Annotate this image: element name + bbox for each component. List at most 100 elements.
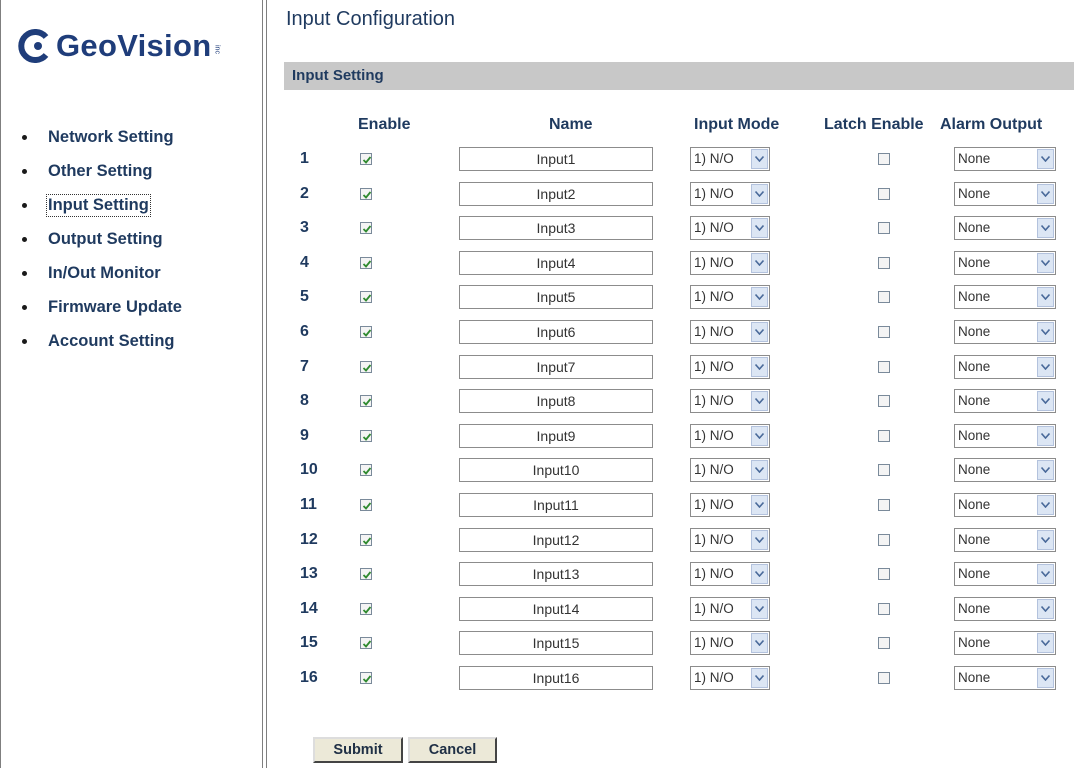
dropdown-arrow[interactable] — [1037, 598, 1054, 619]
dropdown-arrow[interactable] — [751, 495, 768, 515]
alarm-output-select[interactable]: None — [954, 389, 1056, 414]
alarm-output-select[interactable]: None — [954, 562, 1056, 587]
dropdown-arrow[interactable] — [1037, 183, 1054, 204]
dropdown-arrow[interactable] — [1037, 218, 1054, 239]
latch-enable-checkbox[interactable] — [878, 602, 890, 615]
dropdown-arrow[interactable] — [751, 287, 768, 308]
input-mode-select[interactable]: 1) N/O — [690, 596, 770, 621]
input-name-field[interactable]: Input1 — [459, 147, 653, 171]
enable-checkbox[interactable] — [360, 153, 372, 165]
input-mode-select[interactable]: 1) N/O — [690, 631, 770, 656]
dropdown-arrow[interactable] — [1037, 668, 1054, 688]
dropdown-arrow[interactable] — [751, 425, 768, 446]
input-name-field[interactable]: Input2 — [459, 181, 653, 206]
input-name-field[interactable]: Input12 — [459, 527, 653, 552]
latch-enable-checkbox[interactable] — [878, 499, 890, 511]
input-name-field[interactable]: Input4 — [459, 250, 653, 275]
submit-button[interactable]: Submit — [313, 737, 403, 763]
input-name-field[interactable]: Input16 — [459, 666, 653, 690]
input-mode-select[interactable]: 1) N/O — [690, 423, 770, 448]
input-mode-select[interactable]: 1) N/O — [690, 562, 770, 587]
enable-checkbox[interactable] — [360, 187, 372, 200]
alarm-output-select[interactable]: None — [954, 423, 1056, 448]
alarm-output-select[interactable]: None — [954, 493, 1056, 517]
input-mode-select[interactable]: 1) N/O — [690, 493, 770, 517]
input-mode-select[interactable]: 1) N/O — [690, 285, 770, 310]
latch-enable-checkbox[interactable] — [878, 395, 890, 408]
alarm-output-select[interactable]: None — [954, 285, 1056, 310]
enable-checkbox[interactable] — [360, 429, 372, 442]
dropdown-arrow[interactable] — [751, 356, 768, 377]
latch-enable-checkbox[interactable] — [878, 533, 890, 546]
alarm-output-select[interactable]: None — [954, 250, 1056, 275]
dropdown-arrow[interactable] — [751, 529, 768, 550]
dropdown-arrow[interactable] — [751, 149, 768, 169]
dropdown-arrow[interactable] — [1037, 460, 1054, 481]
dropdown-arrow[interactable] — [1037, 322, 1054, 342]
dropdown-arrow[interactable] — [1037, 149, 1054, 169]
dropdown-arrow[interactable] — [751, 460, 768, 481]
input-mode-select[interactable]: 1) N/O — [690, 147, 770, 171]
latch-enable-checkbox[interactable] — [878, 256, 890, 269]
input-name-field[interactable]: Input5 — [459, 285, 653, 310]
enable-checkbox[interactable] — [360, 222, 372, 235]
dropdown-arrow[interactable] — [1037, 252, 1054, 273]
input-mode-select[interactable]: 1) N/O — [690, 354, 770, 379]
latch-enable-checkbox[interactable] — [878, 360, 890, 373]
latch-enable-checkbox[interactable] — [878, 464, 890, 477]
input-mode-select[interactable]: 1) N/O — [690, 389, 770, 414]
input-mode-select[interactable]: 1) N/O — [690, 320, 770, 344]
enable-checkbox[interactable] — [360, 602, 372, 615]
input-name-field[interactable]: Input6 — [459, 320, 653, 344]
input-name-field[interactable]: Input8 — [459, 389, 653, 414]
enable-checkbox[interactable] — [360, 256, 372, 269]
input-mode-select[interactable]: 1) N/O — [690, 250, 770, 275]
dropdown-arrow[interactable] — [751, 391, 768, 412]
dropdown-arrow[interactable] — [751, 633, 768, 654]
alarm-output-select[interactable]: None — [954, 666, 1056, 690]
latch-enable-checkbox[interactable] — [878, 187, 890, 200]
latch-enable-checkbox[interactable] — [878, 326, 890, 338]
enable-checkbox[interactable] — [360, 360, 372, 373]
input-name-field[interactable]: Input10 — [459, 458, 653, 483]
input-mode-select[interactable]: 1) N/O — [690, 181, 770, 206]
alarm-output-select[interactable]: None — [954, 147, 1056, 171]
alarm-output-select[interactable]: None — [954, 216, 1056, 241]
latch-enable-checkbox[interactable] — [878, 568, 890, 581]
enable-checkbox[interactable] — [360, 568, 372, 581]
dropdown-arrow[interactable] — [1037, 564, 1054, 585]
input-name-field[interactable]: Input3 — [459, 216, 653, 241]
dropdown-arrow[interactable] — [751, 252, 768, 273]
alarm-output-select[interactable]: None — [954, 458, 1056, 483]
alarm-output-select[interactable]: None — [954, 354, 1056, 379]
latch-enable-checkbox[interactable] — [878, 429, 890, 442]
dropdown-arrow[interactable] — [751, 668, 768, 688]
latch-enable-checkbox[interactable] — [878, 637, 890, 650]
input-name-field[interactable]: Input7 — [459, 354, 653, 379]
input-mode-select[interactable]: 1) N/O — [690, 216, 770, 241]
dropdown-arrow[interactable] — [751, 183, 768, 204]
input-name-field[interactable]: Input14 — [459, 596, 653, 621]
dropdown-arrow[interactable] — [751, 598, 768, 619]
dropdown-arrow[interactable] — [1037, 356, 1054, 377]
alarm-output-select[interactable]: None — [954, 527, 1056, 552]
enable-checkbox[interactable] — [360, 326, 372, 338]
enable-checkbox[interactable] — [360, 672, 372, 684]
dropdown-arrow[interactable] — [751, 218, 768, 239]
enable-checkbox[interactable] — [360, 533, 372, 546]
latch-enable-checkbox[interactable] — [878, 672, 890, 684]
dropdown-arrow[interactable] — [1037, 425, 1054, 446]
dropdown-arrow[interactable] — [1037, 287, 1054, 308]
latch-enable-checkbox[interactable] — [878, 153, 890, 165]
enable-checkbox[interactable] — [360, 291, 372, 304]
input-mode-select[interactable]: 1) N/O — [690, 458, 770, 483]
input-name-field[interactable]: Input13 — [459, 562, 653, 587]
enable-checkbox[interactable] — [360, 499, 372, 511]
alarm-output-select[interactable]: None — [954, 596, 1056, 621]
dropdown-arrow[interactable] — [1037, 529, 1054, 550]
input-name-field[interactable]: Input11 — [459, 493, 653, 517]
input-mode-select[interactable]: 1) N/O — [690, 527, 770, 552]
input-name-field[interactable]: Input15 — [459, 631, 653, 656]
enable-checkbox[interactable] — [360, 395, 372, 408]
alarm-output-select[interactable]: None — [954, 631, 1056, 656]
